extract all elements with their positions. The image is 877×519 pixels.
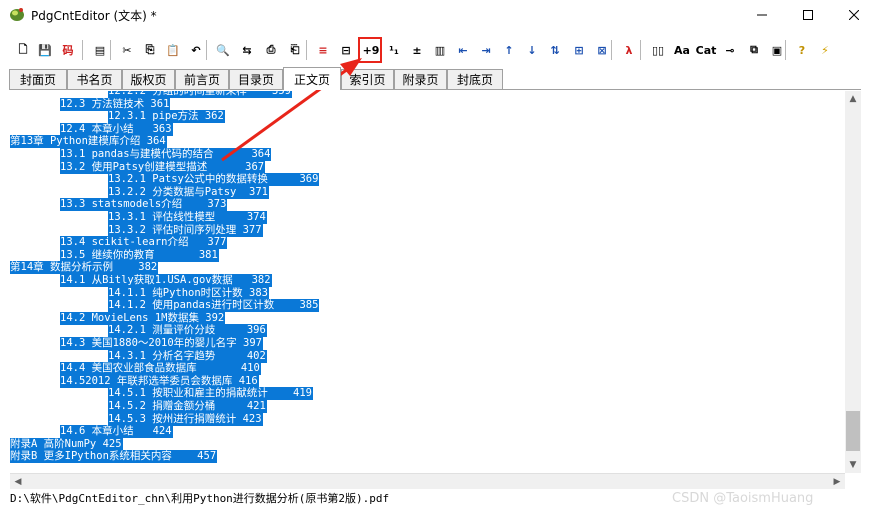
monitor-icon[interactable]: ▣ (767, 39, 787, 61)
toc-line[interactable]: 13.2.1 Patsy公式中的数据转换 369 (108, 173, 320, 187)
text-editor[interactable]: 12.2.2 分组的时间重新采样 359 12.3 方法链技术 361 12.3.1… (10, 91, 860, 473)
tab-1[interactable]: 封面页 (9, 69, 67, 89)
toc-line[interactable]: 14.52012 年联邦选举委员会数据库 416 (60, 374, 259, 388)
toc-line[interactable]: 14.5.2 捐赠金额分桶 421 (108, 400, 267, 413)
toc-line[interactable]: 14.1.2 使用pandas进行时区计数 385 (108, 299, 320, 313)
move-up-icon[interactable]: ↑ (499, 39, 519, 61)
import-icon[interactable]: ⎙ (261, 39, 281, 61)
tab-9[interactable]: 封底页 (447, 69, 503, 89)
replace-icon[interactable]: ⇆ (237, 39, 257, 61)
outdent-icon[interactable]: ⇤ (453, 39, 473, 61)
page-number-icon[interactable]: ¹₁ (384, 39, 404, 61)
close-button[interactable] (831, 0, 877, 30)
cat-button[interactable]: Cat (696, 39, 717, 61)
toc-line[interactable]: 12.4 本章小结 363 (60, 122, 173, 136)
toolbar: 🗋 💾 码 ▤ ✂ ⎘ 📋 ↶ 🔍 ⇆ ⎙ ⎗ ≡ ⊟ +9 ¹₁ ± ▥ ⇤ ⇥ ↑ ↓ ⇅ ⊞ ⊠ λ ▯▯ Aa Cat ⊸ ⧉ ▣? ⚡ (0, 36, 877, 66)
toolbar-separator (110, 40, 111, 60)
toc-line[interactable]: 14.4 美国农业部食品数据库 410 (60, 362, 261, 376)
tab-7[interactable]: 索引页 (341, 69, 394, 89)
level-icon[interactable]: ⊞ (569, 39, 589, 61)
title-bar: PdgCntEditor (文本) * (0, 0, 877, 30)
toc-line[interactable]: 14.2.1 测量评价分歧 396 (108, 324, 267, 338)
plus-minus-icon[interactable]: ± (407, 39, 427, 61)
find-icon[interactable]: 🔍 (213, 39, 233, 61)
tab-divider (9, 89, 861, 90)
scroll-left-icon[interactable]: ◀ (10, 474, 26, 489)
toc-line[interactable]: 13.3.1 评估线性模型 374 (108, 211, 267, 224)
columns-icon[interactable]: ▯▯ (648, 39, 668, 61)
align-indent-icon[interactable]: ⊟ (336, 39, 356, 61)
toc-line[interactable]: 13.2 使用Patsy创建模型描述 367 (60, 160, 266, 174)
toc-line[interactable]: 14.1 从Bitly获取1.USA.gov数据 382 (60, 274, 272, 287)
close-icon (849, 10, 859, 20)
align-left-icon[interactable]: ≡ (313, 39, 333, 61)
toc-line[interactable]: 14.6 本章小结 424 (60, 425, 173, 439)
toc-line[interactable]: 14.1.1 纯Python时区计数 383 (108, 286, 269, 300)
window-icon[interactable]: ⧉ (744, 39, 764, 61)
cut-icon[interactable]: ✂ (117, 39, 137, 61)
watermark: CSDN @TaoismHuang (672, 491, 814, 506)
scroll-right-icon[interactable]: ▶ (829, 474, 845, 489)
sort-icon[interactable]: ⇅ (545, 39, 565, 61)
toc-line[interactable]: 14.5.1 按职业和雇主的捐献统计 419 (108, 387, 314, 401)
undo-icon[interactable]: ↶ (186, 39, 206, 61)
toolbar-separator (206, 40, 207, 60)
minimize-icon (757, 14, 767, 16)
toc-line[interactable]: 13.1 pandas与建模代码的结合 364 (60, 148, 272, 161)
vertical-scrollbar[interactable]: ▲ ▼ (845, 91, 861, 473)
tab-6[interactable]: 正文页 (283, 67, 341, 90)
scroll-down-icon[interactable]: ▼ (845, 457, 861, 473)
toc-line[interactable]: 第13章 Python建模库介绍 364 (10, 135, 167, 149)
toolbar-separator (640, 40, 641, 60)
toc-line[interactable]: 13.3 statsmodels介绍 373 (60, 198, 228, 212)
maximize-button[interactable] (785, 0, 831, 30)
tab-2[interactable]: 书名页 (67, 69, 122, 89)
toc-line[interactable]: 附录B 更多IPython系统相关内容 457 (10, 450, 218, 464)
toc-line[interactable]: 12.3.1 pipe方法 362 (108, 110, 225, 124)
outline-icon[interactable]: ▤ (90, 39, 110, 61)
indent-icon[interactable]: ⇥ (476, 39, 496, 61)
move-down-icon[interactable]: ↓ (522, 39, 542, 61)
tab-8[interactable]: 附录页 (394, 69, 447, 89)
vertical-scroll-thumb[interactable] (846, 411, 860, 451)
scroll-up-icon[interactable]: ▲ (845, 91, 861, 107)
toc-line[interactable]: 13.5 继续你的教育 381 (60, 248, 219, 262)
maximize-icon (803, 10, 813, 20)
highlight-box (358, 37, 382, 63)
minimize-button[interactable] (739, 0, 785, 30)
font-icon[interactable]: Aa (672, 39, 692, 61)
toolbar-separator (82, 40, 83, 60)
app-icon (10, 8, 24, 21)
paste-icon[interactable]: 📋 (163, 39, 183, 61)
toc-line[interactable]: 附录A 高阶NumPy 425 (10, 437, 123, 451)
toc-line[interactable]: 14.3 美国1880～2010年的婴儿名字 397 (60, 337, 263, 350)
toolbar-separator (785, 40, 786, 60)
toc-line[interactable]: 第14章 数据分析示例 382 (10, 261, 159, 275)
export-icon[interactable]: ⎗ (285, 39, 305, 61)
save-icon[interactable]: 💾 (35, 39, 55, 61)
toc-line[interactable]: 12.3 方法链技术 361 (60, 97, 171, 111)
new-file-icon[interactable]: 🗋 (13, 39, 33, 61)
key-icon[interactable]: ⊸ (720, 39, 740, 61)
help-icon[interactable]: ? (792, 39, 812, 61)
toolbar-separator (611, 40, 612, 60)
tab-4[interactable]: 前言页 (175, 69, 229, 89)
toc-line[interactable]: 13.4 scikit-learn介绍 377 (60, 236, 228, 250)
toolbar-separator (306, 40, 307, 60)
toc-line[interactable]: 13.2.2 分类数据与Patsy 371 (108, 185, 269, 199)
window-title: PdgCntEditor (文本) * (31, 9, 157, 23)
toc-line[interactable]: 14.3.1 分析名字趋势 402 (108, 349, 267, 363)
horizontal-scrollbar[interactable]: ◀ ▶ (10, 473, 845, 489)
toc-line[interactable]: 14.5.3 按州进行捐赠统计 423 (108, 412, 263, 426)
tab-5[interactable]: 目录页 (229, 69, 283, 89)
tab-3[interactable]: 版权页 (122, 69, 175, 89)
toc-line[interactable]: 13.3.2 评估时间序列处理 377 (108, 223, 263, 237)
level-all-icon[interactable]: ⊠ (592, 39, 612, 61)
pdf-icon[interactable]: λ (619, 39, 639, 61)
lightning-icon[interactable]: ⚡ (815, 39, 835, 61)
toc-line[interactable]: 14.2 MovieLens 1M数据集 392 (60, 311, 226, 325)
document-icon[interactable]: ▥ (430, 39, 450, 61)
copy-icon[interactable]: ⎘ (140, 39, 160, 61)
encoding-button[interactable]: 码 (58, 39, 78, 61)
